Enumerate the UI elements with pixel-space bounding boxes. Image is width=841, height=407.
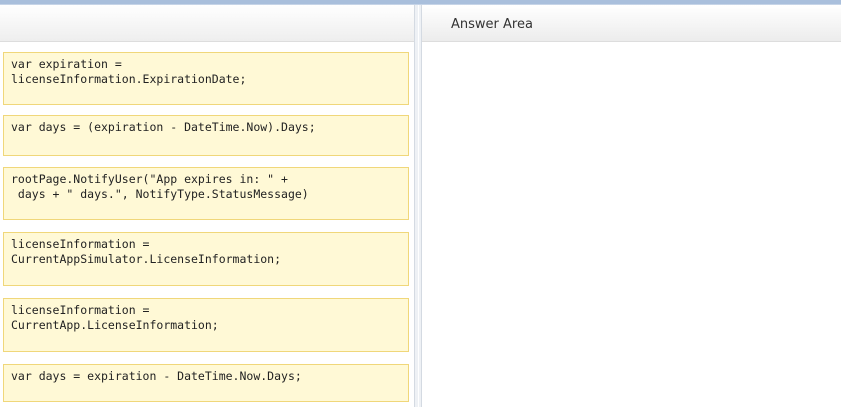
- answer-pane: Answer Area: [422, 5, 841, 407]
- code-snippet-notify-user[interactable]: rootPage.NotifyUser("App expires in: " +…: [3, 167, 409, 220]
- answer-area-header: Answer Area: [422, 5, 841, 42]
- code-snippet-expiration-date[interactable]: var expiration = licenseInformation.Expi…: [3, 52, 409, 105]
- code-snippet-days-parenthesized[interactable]: var days = (expiration - DateTime.Now).D…: [3, 115, 409, 156]
- source-pane: var expiration = licenseInformation.Expi…: [0, 5, 414, 407]
- code-snippet-days-unparenthesized[interactable]: var days = expiration - DateTime.Now.Day…: [3, 364, 409, 402]
- code-snippet-current-app-simulator[interactable]: licenseInformation = CurrentAppSimulator…: [3, 232, 409, 286]
- answer-drop-zone[interactable]: [422, 42, 841, 407]
- code-snippet-current-app[interactable]: licenseInformation = CurrentApp.LicenseI…: [3, 298, 409, 352]
- source-pane-header: [0, 5, 414, 42]
- pane-divider: [414, 5, 422, 407]
- answer-area-title: Answer Area: [451, 17, 533, 32]
- divider-line: [418, 5, 419, 407]
